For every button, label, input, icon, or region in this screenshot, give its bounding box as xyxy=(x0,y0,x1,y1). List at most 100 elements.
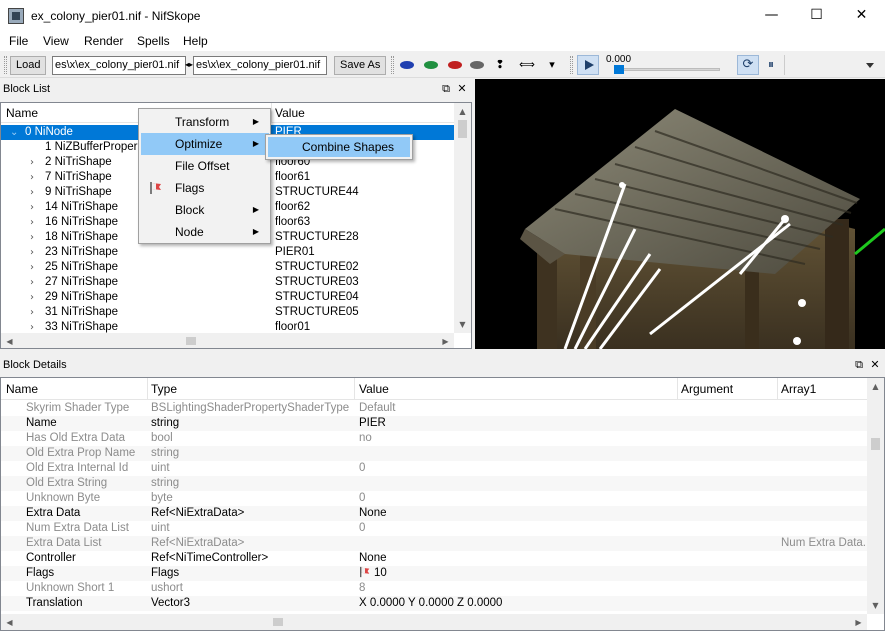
block-details-table[interactable]: Name Type Value Argument Array1 Skyrim S… xyxy=(0,377,885,631)
render-viewport[interactable] xyxy=(475,79,885,349)
menu-item-transform[interactable]: Transform ▶ xyxy=(141,111,269,133)
table-row[interactable]: › 27 NiTriShape STRUCTURE03 xyxy=(1,275,455,290)
menu-item-flags[interactable]: Flags xyxy=(141,177,269,199)
scroll-up-icon[interactable]: ▲ xyxy=(454,103,471,120)
scroll-up-icon[interactable]: ▲ xyxy=(867,378,884,395)
view-down-icon[interactable]: ▾ xyxy=(543,57,561,73)
table-row[interactable]: Extra Data Ref<NiExtraData> None xyxy=(1,506,867,521)
scroll-down-icon[interactable]: ▼ xyxy=(867,597,884,614)
close-dock-icon[interactable]: ✕ xyxy=(455,80,469,98)
collapse-arrow-icon[interactable]: › xyxy=(30,275,34,290)
column-array1[interactable]: Array1 xyxy=(781,382,816,396)
column-name[interactable]: Name xyxy=(6,382,38,396)
details-vscroll[interactable]: ▲ ▼ xyxy=(867,378,884,614)
table-row[interactable]: › 23 NiTriShape PIER01 xyxy=(1,245,455,260)
menu-item-node[interactable]: Node ▶ xyxy=(141,221,269,243)
table-row[interactable]: › 29 NiTriShape STRUCTURE04 xyxy=(1,290,455,305)
column-argument[interactable]: Argument xyxy=(681,382,733,396)
menu-item-optimize[interactable]: Optimize ▶ xyxy=(141,133,269,155)
save-as-button[interactable]: Save As xyxy=(334,56,387,75)
column-type[interactable]: Type xyxy=(151,382,177,396)
block-list-hscroll[interactable]: ◀ ▶ xyxy=(1,333,454,348)
table-row[interactable]: Unknown Short 1 ushort 8 xyxy=(1,581,867,596)
menu-help[interactable]: Help xyxy=(183,34,208,48)
footprints-icon[interactable]: ❢ xyxy=(491,57,509,73)
menu-item-block[interactable]: Block ▶ xyxy=(141,199,269,221)
vscroll-thumb[interactable] xyxy=(458,120,467,138)
red-eye-icon[interactable] xyxy=(446,57,464,73)
cell-type: uint xyxy=(151,522,170,534)
blue-eye-icon[interactable] xyxy=(398,57,416,73)
collapse-arrow-icon[interactable]: › xyxy=(30,230,34,245)
maximize-button[interactable]: ☐ xyxy=(794,0,839,31)
menu-view[interactable]: View xyxy=(43,34,69,48)
table-row[interactable]: Flags Flags 10 xyxy=(1,566,867,581)
table-row[interactable]: Unknown Byte byte 0 xyxy=(1,491,867,506)
collapse-arrow-icon[interactable]: › xyxy=(30,155,34,170)
block-details-title-text: Block Details xyxy=(3,359,67,371)
menu-item-combine-shapes[interactable]: Combine Shapes xyxy=(268,137,410,157)
scroll-right-icon[interactable]: ▶ xyxy=(437,333,454,348)
switch-animation-icon[interactable]: ⏸ xyxy=(760,55,782,75)
collapse-arrow-icon[interactable]: › xyxy=(30,170,34,185)
menu-item-file-offset[interactable]: File Offset xyxy=(141,155,269,177)
scroll-left-icon[interactable]: ◀ xyxy=(1,614,18,630)
time-slider[interactable] xyxy=(616,68,720,71)
block-value: STRUCTURE03 xyxy=(275,276,359,288)
column-value[interactable]: Value xyxy=(359,382,389,396)
block-list-vscroll[interactable]: ▲ ▼ xyxy=(454,103,471,333)
scroll-left-icon[interactable]: ◀ xyxy=(1,333,18,348)
table-row[interactable]: Old Extra Prop Name string xyxy=(1,446,867,461)
expand-arrow-icon[interactable]: ⌄ xyxy=(10,125,18,140)
table-row[interactable]: Skyrim Shader Type BSLightingShaderProper… xyxy=(1,401,867,416)
details-hscroll[interactable]: ◀ ▶ xyxy=(1,614,867,630)
collapse-arrow-icon[interactable]: › xyxy=(30,185,34,200)
green-eye-icon[interactable] xyxy=(422,57,440,73)
load-path-input[interactable]: es\x\ex_colony_pier01.nif xyxy=(52,56,186,75)
axis-center-icon[interactable]: ⟺ xyxy=(518,57,536,73)
collapse-arrow-icon[interactable]: › xyxy=(30,215,34,230)
play-button[interactable] xyxy=(577,55,599,75)
toolbar-grip[interactable] xyxy=(4,56,7,74)
hscroll-thumb[interactable] xyxy=(273,618,283,626)
menu-render[interactable]: Render xyxy=(84,34,123,48)
column-value[interactable]: Value xyxy=(275,106,305,120)
toolbar-grip-2[interactable] xyxy=(391,56,394,74)
table-row[interactable]: Translation Vector3 X 0.0000 Y 0.0000 Z 0.… xyxy=(1,596,867,611)
float-dock-icon[interactable]: ⧉ xyxy=(439,80,453,98)
scroll-down-icon[interactable]: ▼ xyxy=(454,316,471,333)
table-row[interactable]: › 25 NiTriShape STRUCTURE02 xyxy=(1,260,455,275)
float-dock-icon[interactable]: ⧉ xyxy=(852,356,866,374)
collapse-arrow-icon[interactable]: › xyxy=(30,290,34,305)
table-row[interactable]: Extra Data List Ref<NiExtraData> Num Extra… xyxy=(1,536,867,551)
table-row[interactable]: Name string PIER xyxy=(1,416,867,431)
table-row[interactable]: › 31 NiTriShape STRUCTURE05 xyxy=(1,305,455,320)
time-slider-thumb[interactable] xyxy=(614,65,624,74)
column-name[interactable]: Name xyxy=(6,106,38,120)
menu-spells[interactable]: Spells xyxy=(137,34,170,48)
hscroll-thumb[interactable] xyxy=(186,337,196,345)
load-button[interactable]: Load xyxy=(10,56,47,75)
toolbar-grip-3[interactable] xyxy=(570,56,573,74)
table-row[interactable]: Old Extra Internal Id uint 0 xyxy=(1,461,867,476)
collapse-arrow-icon[interactable]: › xyxy=(30,200,34,215)
close-button[interactable]: ✕ xyxy=(839,0,884,31)
block-value: STRUCTURE02 xyxy=(275,261,359,273)
scroll-right-icon[interactable]: ▶ xyxy=(850,614,867,630)
table-row[interactable]: Controller Ref<NiTimeController> None xyxy=(1,551,867,566)
vscroll-thumb[interactable] xyxy=(871,438,880,450)
table-row[interactable]: Has Old Extra Data bool no xyxy=(1,431,867,446)
minimize-button[interactable]: — xyxy=(749,0,794,31)
optimize-submenu: Combine Shapes xyxy=(265,134,413,160)
collapse-arrow-icon[interactable]: › xyxy=(30,305,34,320)
save-path-input[interactable]: es\x\ex_colony_pier01.nif xyxy=(193,56,327,75)
collapse-arrow-icon[interactable]: › xyxy=(30,260,34,275)
table-row[interactable]: Old Extra String string xyxy=(1,476,867,491)
loop-icon[interactable]: ⟳ xyxy=(737,55,759,75)
animation-select[interactable] xyxy=(784,55,880,75)
grey-eye-icon[interactable] xyxy=(468,57,486,73)
collapse-arrow-icon[interactable]: › xyxy=(30,245,34,260)
menu-file[interactable]: File xyxy=(9,34,28,48)
table-row[interactable]: Num Extra Data List uint 0 xyxy=(1,521,867,536)
close-dock-icon[interactable]: ✕ xyxy=(868,356,882,374)
